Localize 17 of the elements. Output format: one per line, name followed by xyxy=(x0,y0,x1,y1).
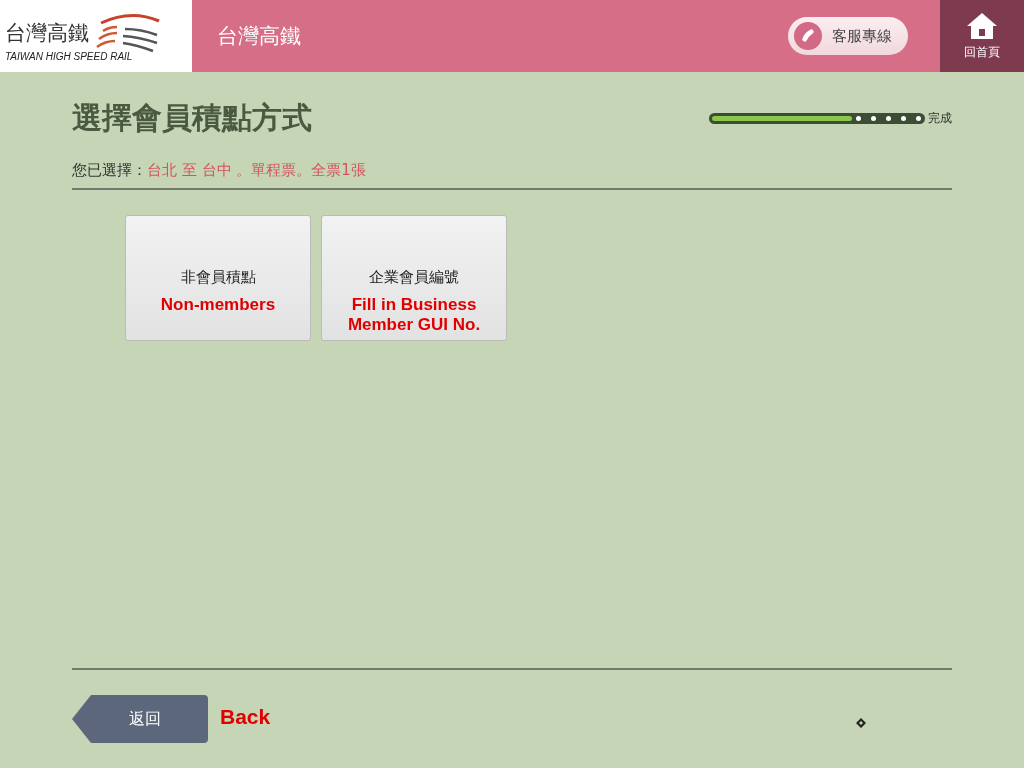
annotation-text: Back xyxy=(220,705,271,729)
option-button[interactable]: 非會員積點 Non-members xyxy=(125,215,311,341)
option-button[interactable]: 企業會員編號 Fill in Business Member GUI No. xyxy=(321,215,507,341)
back-button[interactable]: 返回 xyxy=(72,695,208,743)
site-title: 台灣高鐵 xyxy=(217,23,301,50)
page-title: 選擇會員積點方式 xyxy=(72,99,312,137)
hotline-button[interactable]: 客服專線 xyxy=(788,17,908,55)
selection-summary: 台北 至 台中 。單程票。全票1張 xyxy=(147,161,366,179)
logo-name: 台灣高鐵 xyxy=(5,19,89,47)
home-icon xyxy=(966,11,998,40)
progress-label: 完成 xyxy=(928,110,952,127)
home-button[interactable]: 回首頁 xyxy=(940,0,1024,72)
cursor-icon xyxy=(856,718,866,728)
annotation-text: Fill in Business Member GUI No. xyxy=(346,295,482,335)
logo-subtitle: TAIWAN HIGH SPEED RAIL xyxy=(5,50,134,62)
annotation-text: Non-members xyxy=(160,295,276,315)
selection-label: 您已選擇： xyxy=(72,161,147,179)
